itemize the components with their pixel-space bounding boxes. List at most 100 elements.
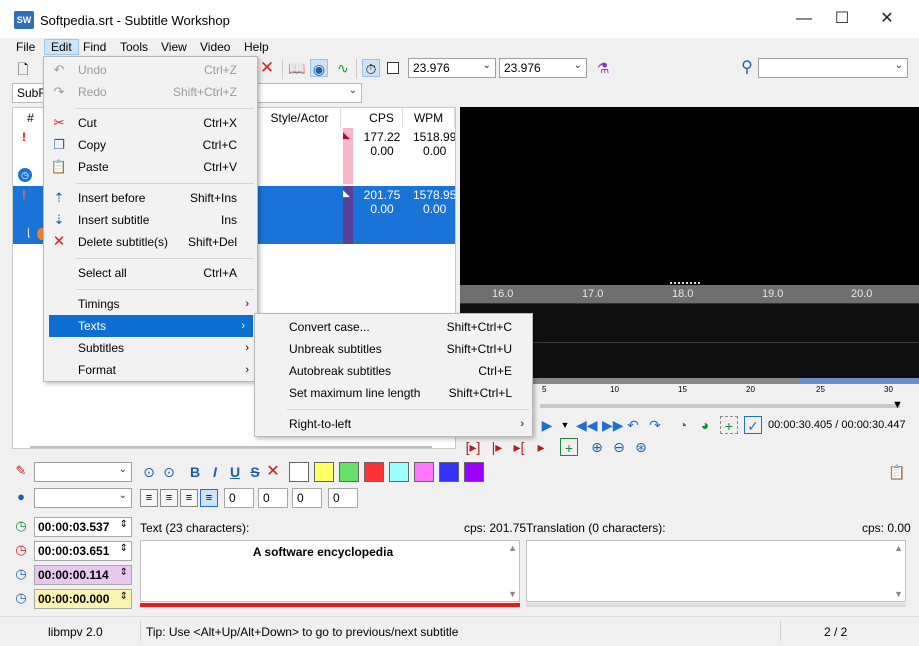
menu-view[interactable]: View bbox=[161, 40, 187, 54]
spinner-icon[interactable]: ⇕ bbox=[120, 567, 128, 578]
color-swatch-blue[interactable] bbox=[439, 462, 459, 482]
end-here-icon[interactable]: ▸[ bbox=[510, 438, 528, 456]
arrow-left-icon[interactable]: ⊙ bbox=[140, 463, 158, 481]
new-file-icon[interactable]: 🗋 bbox=[14, 60, 32, 78]
italic-icon[interactable]: I bbox=[206, 463, 224, 481]
menu-select-all[interactable]: Select all Ctrl+A bbox=[44, 262, 257, 284]
seek-bar[interactable] bbox=[540, 404, 900, 408]
search-icon[interactable]: ⚲ bbox=[738, 59, 756, 77]
chevron-down-icon[interactable]: ▼ bbox=[556, 416, 574, 434]
maximize-button[interactable]: ☐ bbox=[819, 0, 865, 38]
scroll-up-icon[interactable]: ▲ bbox=[894, 543, 903, 553]
col-header-style[interactable]: Style/Actor bbox=[259, 108, 341, 128]
color-swatch-cyan[interactable] bbox=[389, 462, 409, 482]
checkbox-icon[interactable] bbox=[387, 62, 399, 74]
check-icon[interactable]: ✓ bbox=[744, 416, 762, 434]
margin-left-input[interactable]: 0 bbox=[224, 488, 254, 508]
align-left-icon[interactable]: ≡ bbox=[140, 489, 158, 507]
col-header-wpm[interactable]: WPM bbox=[403, 108, 455, 128]
color-swatch-yellow[interactable] bbox=[314, 462, 334, 482]
menu-set-max-line-length[interactable]: Set maximum line length Shift+Ctrl+L bbox=[255, 382, 532, 404]
show-time-input[interactable]: 00:00:03.537 ⇕ bbox=[34, 517, 132, 537]
menu-help[interactable]: Help bbox=[244, 40, 269, 54]
strikeout-icon[interactable]: S bbox=[246, 463, 264, 481]
spinner-icon[interactable]: ⇕ bbox=[120, 543, 128, 554]
align-right-icon[interactable]: ≡ bbox=[180, 489, 198, 507]
timeline-ruler[interactable]: 16.0 17.0 18.0 19.0 20.0 bbox=[460, 285, 919, 303]
seek-thumb[interactable]: ▼ bbox=[892, 399, 903, 411]
spinner-icon[interactable]: ⇕ bbox=[120, 591, 128, 602]
scroll-up-icon[interactable]: ▲ bbox=[508, 543, 517, 553]
menu-unbreak-subtitles[interactable]: Unbreak subtitles Shift+Ctrl+U bbox=[255, 338, 532, 360]
menu-cut[interactable]: ✂ Cut Ctrl+X bbox=[44, 112, 257, 134]
input-fps-combo[interactable]: 23.976 ⌄ bbox=[408, 58, 496, 78]
play-icon[interactable]: ▶ bbox=[538, 416, 556, 434]
col-header-cps[interactable]: CPS bbox=[361, 108, 403, 128]
horizontal-scrollbar[interactable] bbox=[30, 446, 432, 448]
menu-paste[interactable]: 📋 Paste Ctrl+V bbox=[44, 156, 257, 178]
menu-timings[interactable]: Timings › bbox=[44, 293, 257, 315]
hide-time-input[interactable]: 00:00:03.651 ⇕ bbox=[34, 541, 132, 561]
menu-delete-subtitle[interactable]: ✕ Delete subtitle(s) Shift+Del bbox=[44, 231, 257, 253]
set-start-icon[interactable]: ◔ bbox=[674, 416, 692, 434]
menu-undo[interactable]: ↶ Undo Ctrl+Z bbox=[44, 59, 257, 81]
clear-format-icon[interactable]: ✕ bbox=[264, 463, 282, 481]
menu-right-to-left[interactable]: Right-to-left › bbox=[255, 413, 532, 435]
zoom-out-icon[interactable]: ⊖ bbox=[610, 438, 628, 456]
jump-forward-icon[interactable]: ↷ bbox=[646, 416, 664, 434]
prev-subtitle-icon[interactable]: [▸] bbox=[464, 438, 482, 456]
text-editor[interactable]: A software encyclopedia ▲ ▼ bbox=[140, 540, 520, 602]
add-marker-icon[interactable]: + bbox=[720, 416, 738, 434]
forward-icon[interactable]: ▶▶ bbox=[602, 416, 624, 434]
color-swatch-white[interactable] bbox=[289, 462, 309, 482]
menu-insert-subtitle[interactable]: ⇣ Insert subtitle Ins bbox=[44, 209, 257, 231]
video-player[interactable] bbox=[460, 107, 919, 285]
color-swatch-green[interactable] bbox=[339, 462, 359, 482]
menu-find[interactable]: Find bbox=[83, 40, 106, 54]
menu-texts[interactable]: Texts › bbox=[49, 315, 253, 337]
menu-tools[interactable]: Tools bbox=[120, 40, 148, 54]
jump-back-icon[interactable]: ↶ bbox=[624, 416, 642, 434]
waveform-icon[interactable]: ∿ bbox=[334, 59, 352, 77]
menu-format[interactable]: Format › bbox=[44, 359, 257, 381]
translation-editor[interactable]: ▲ ▼ bbox=[526, 540, 906, 602]
start-here-icon[interactable]: |▸ bbox=[488, 438, 506, 456]
duration-input[interactable]: 00:00:00.114 ⇕ bbox=[34, 565, 132, 585]
flask-icon[interactable]: ⚗ bbox=[594, 59, 612, 77]
align-center-icon[interactable]: ≡ bbox=[160, 489, 178, 507]
margin-right-input[interactable]: 0 bbox=[258, 488, 288, 508]
delete-icon[interactable]: ✕ bbox=[258, 59, 276, 77]
book-icon[interactable]: 📖 bbox=[288, 59, 306, 77]
menu-copy[interactable]: ❐ Copy Ctrl+C bbox=[44, 134, 257, 156]
timer-icon[interactable]: ⏱ bbox=[362, 59, 380, 77]
eye-icon[interactable]: ◉ bbox=[310, 59, 328, 77]
color-swatch-red[interactable] bbox=[364, 462, 384, 482]
menu-redo[interactable]: ↷ Redo Shift+Ctrl+Z bbox=[44, 81, 257, 103]
menu-insert-before[interactable]: ⇡ Insert before Shift+Ins bbox=[44, 187, 257, 209]
menu-video[interactable]: Video bbox=[200, 40, 230, 54]
search-input[interactable]: ⌄ bbox=[758, 58, 908, 78]
margin-extra-input[interactable]: 0 bbox=[328, 488, 358, 508]
menu-file[interactable]: File bbox=[16, 40, 35, 54]
zoom-in-icon[interactable]: ⊕ bbox=[588, 438, 606, 456]
color-swatch-purple[interactable] bbox=[464, 462, 484, 482]
spinner-icon[interactable]: ⇕ bbox=[120, 519, 128, 530]
actor-combo[interactable]: ⌄ bbox=[34, 488, 132, 508]
rewind-icon[interactable]: ◀◀ bbox=[576, 416, 598, 434]
arrow-right-icon[interactable]: ⊙ bbox=[160, 463, 178, 481]
output-fps-combo[interactable]: 23.976 ⌄ bbox=[499, 58, 587, 78]
bold-icon[interactable]: B bbox=[186, 463, 204, 481]
scroll-down-icon[interactable]: ▼ bbox=[894, 589, 903, 599]
menu-subtitles[interactable]: Subtitles › bbox=[44, 337, 257, 359]
zoom-fit-icon[interactable]: ⊛ bbox=[632, 438, 650, 456]
pause-input[interactable]: 00:00:00.000 ⇕ bbox=[34, 589, 132, 609]
menu-edit[interactable]: Edit bbox=[44, 39, 79, 55]
set-end-icon[interactable]: ◕ bbox=[696, 416, 714, 434]
close-button[interactable]: ✕ bbox=[864, 0, 910, 38]
next-subtitle-icon[interactable]: ▸ bbox=[532, 438, 550, 456]
clipboard-check-icon[interactable]: 📋 bbox=[888, 463, 906, 481]
menu-convert-case[interactable]: Convert case... Shift+Ctrl+C bbox=[255, 316, 532, 338]
margin-vertical-input[interactable]: 0 bbox=[292, 488, 322, 508]
underline-icon[interactable]: U bbox=[226, 463, 244, 481]
color-swatch-magenta[interactable] bbox=[414, 462, 434, 482]
